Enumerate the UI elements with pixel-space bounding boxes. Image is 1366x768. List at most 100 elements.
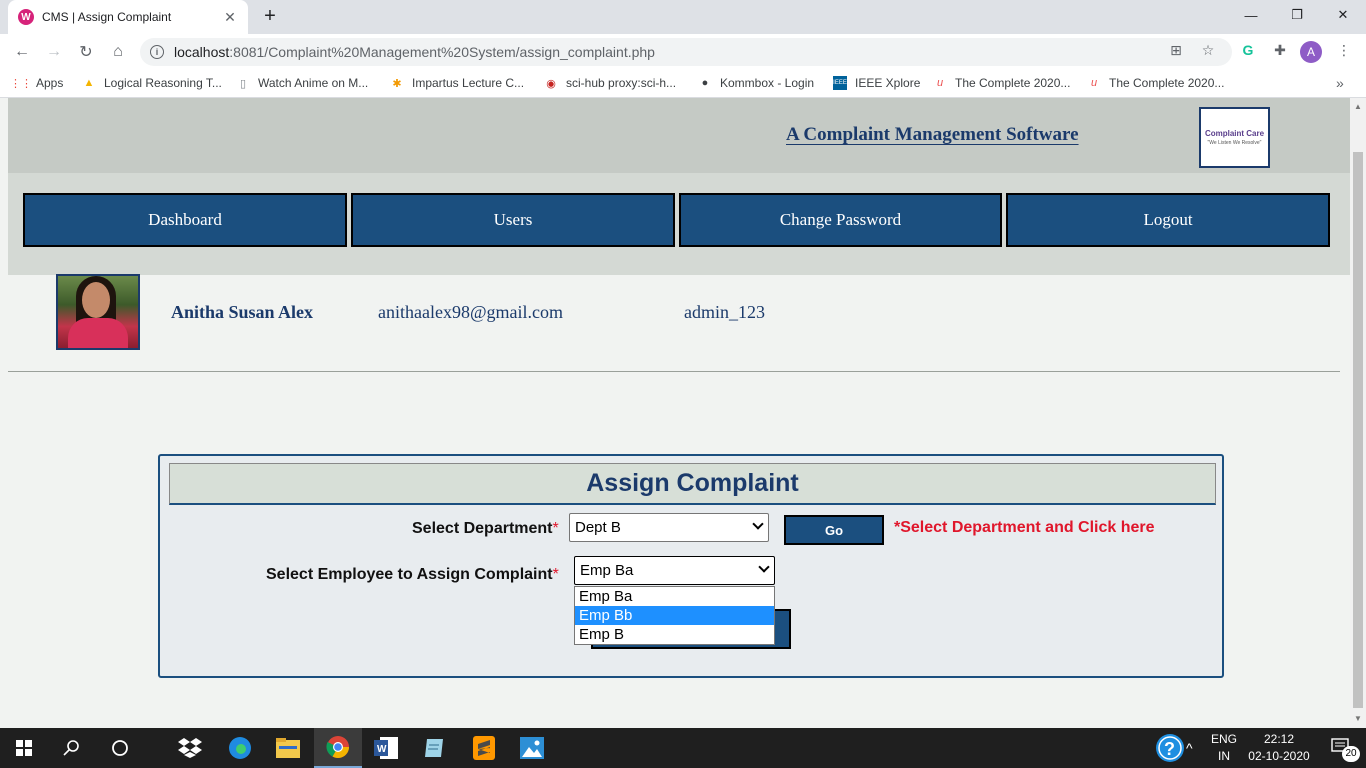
bookmark-scihub[interactable]: ◉ sci-hub proxy:sci-h...: [544, 76, 676, 90]
close-window-icon[interactable]: ✕: [1320, 0, 1366, 30]
scroll-up-icon[interactable]: ▲: [1354, 102, 1362, 111]
scihub-icon: ◉: [546, 77, 556, 90]
wamp-favicon-icon: W: [18, 9, 34, 25]
department-hint: *Select Department and Click here: [894, 519, 1155, 536]
apps-grid-icon: ⋮⋮: [10, 77, 32, 90]
impartus-icon: ✱: [392, 77, 402, 90]
chrome-icon[interactable]: [314, 728, 362, 768]
extensions-icon[interactable]: ✚: [1268, 38, 1292, 62]
word-icon[interactable]: W: [362, 728, 410, 768]
site-title: A Complaint Management Software: [786, 124, 1079, 145]
scroll-down-icon[interactable]: ▼: [1354, 714, 1362, 723]
dropbox-icon[interactable]: [166, 728, 214, 768]
windows-taskbar: W ? ^ ENG IN 22:12 02-10-2020 20: [0, 728, 1366, 768]
bookmark-label: Logical Reasoning T...: [104, 76, 222, 90]
new-tab-icon[interactable]: +: [258, 5, 282, 29]
logo-subtitle: "We Listen We Resolve": [1207, 140, 1262, 146]
browser-toolbar: ← → ↻ ⌂ i localhost:8081/Complaint%20Man…: [0, 34, 1366, 70]
profile-username: admin_123: [684, 302, 765, 322]
bookmark-star-icon[interactable]: ☆: [1196, 38, 1220, 62]
nav-users[interactable]: Users: [351, 193, 675, 247]
address-bar[interactable]: i localhost:8081/Complaint%20Management%…: [140, 38, 1232, 66]
browser-tabbar: W CMS | Assign Complaint ✕ + — ❐ ✕: [0, 0, 1366, 34]
bookmark-logical-reasoning[interactable]: ▲ Logical Reasoning T...: [82, 76, 222, 90]
nav-dashboard[interactable]: Dashboard: [23, 193, 347, 247]
nav-logout[interactable]: Logout: [1006, 193, 1330, 247]
notepad-icon[interactable]: [410, 728, 458, 768]
bookmark-ieee[interactable]: IEEE IEEE Xplore: [833, 76, 920, 90]
tab-title: CMS | Assign Complaint: [42, 10, 172, 24]
employee-option[interactable]: Emp B: [575, 625, 774, 644]
photos-icon[interactable]: [508, 728, 556, 768]
reload-icon[interactable]: ↻: [74, 40, 98, 64]
nav-change-password[interactable]: Change Password: [679, 193, 1002, 247]
bookmark-label: Impartus Lecture C...: [412, 76, 525, 90]
department-label: Select Department*: [412, 520, 559, 538]
bookmarks-overflow-icon[interactable]: »: [1336, 75, 1344, 91]
language-region[interactable]: IN: [1208, 749, 1240, 763]
chevron-down-icon: [758, 561, 770, 573]
employee-label: Select Employee to Assign Complaint*: [266, 566, 559, 584]
department-select[interactable]: Dept B: [569, 513, 769, 542]
chevron-down-icon: [752, 518, 764, 530]
department-selected-value: Dept B: [575, 519, 621, 536]
language-code[interactable]: ENG: [1208, 732, 1240, 746]
notification-icon[interactable]: 20: [1318, 728, 1366, 768]
page-scrollbar[interactable]: ▲ ▼: [1350, 98, 1366, 728]
clock-date[interactable]: 02-10-2020: [1246, 749, 1312, 763]
translate-icon[interactable]: ⊞: [1164, 38, 1188, 62]
edge-icon[interactable]: [216, 728, 264, 768]
required-mark: *: [552, 566, 559, 583]
close-tab-icon[interactable]: ✕: [222, 9, 238, 26]
cortana-icon[interactable]: [96, 728, 144, 768]
tray-chevron-up-icon[interactable]: ^: [1186, 740, 1193, 756]
site-header: A Complaint Management Software Complain…: [8, 98, 1350, 173]
forward-icon[interactable]: →: [42, 40, 66, 64]
menu-kebab-icon[interactable]: ⋮: [1332, 38, 1356, 62]
bookmark-impartus[interactable]: ✱ Impartus Lecture C...: [390, 76, 524, 90]
search-icon[interactable]: [48, 728, 96, 768]
svg-text:?: ?: [1164, 739, 1175, 759]
main-nav: Dashboard Users Change Password Logout: [8, 173, 1350, 275]
notification-count: 20: [1342, 746, 1360, 762]
assign-complaint-panel: Assign Complaint Select Department* Dept…: [158, 454, 1224, 678]
bookmark-complete-2020-a[interactable]: u The Complete 2020...: [933, 76, 1070, 90]
bookmark-kommbox[interactable]: ● Kommbox - Login: [698, 76, 814, 90]
bookmarks-bar: ⋮⋮ Apps ▲ Logical Reasoning T... ▯ Watch…: [0, 70, 1366, 98]
bookmark-apps[interactable]: ⋮⋮ Apps: [10, 76, 63, 90]
profile-email: anithaalex98@gmail.com: [378, 302, 564, 322]
site-logo: Complaint Care "We Listen We Resolve": [1199, 107, 1270, 168]
url-host: localhost: [174, 44, 230, 60]
restore-icon[interactable]: ❐: [1274, 0, 1320, 30]
windows-start-icon[interactable]: [0, 728, 48, 768]
file-explorer-icon[interactable]: [264, 728, 312, 768]
scroll-thumb[interactable]: [1353, 152, 1363, 708]
udemy-icon: u: [1090, 77, 1098, 89]
bookmark-label: The Complete 2020...: [955, 76, 1071, 90]
grammarly-icon[interactable]: G: [1236, 38, 1260, 62]
clock-time[interactable]: 22:12: [1246, 732, 1312, 746]
ieee-icon: IEEE: [833, 76, 847, 90]
required-mark: *: [552, 520, 559, 537]
info-icon[interactable]: i: [150, 45, 164, 59]
employee-option[interactable]: Emp Ba: [575, 587, 774, 606]
bookmark-complete-2020-b[interactable]: u The Complete 2020...: [1087, 76, 1224, 90]
back-icon[interactable]: ←: [10, 40, 34, 64]
drive-icon: ▲: [83, 77, 95, 89]
go-button[interactable]: Go: [784, 515, 884, 545]
profile-avatar[interactable]: A: [1300, 41, 1322, 63]
profile-photo: [56, 274, 140, 350]
employee-select[interactable]: Emp Ba: [574, 556, 775, 585]
profile-name: Anitha Susan Alex: [171, 302, 314, 322]
employee-label-text: Select Employee to Assign Complaint: [266, 566, 553, 583]
bookmark-label: sci-hub proxy:sci-h...: [566, 76, 677, 90]
bookmark-watch-anime[interactable]: ▯ Watch Anime on M...: [236, 76, 368, 90]
employee-selected-value: Emp Ba: [580, 562, 634, 579]
minimize-icon[interactable]: —: [1228, 0, 1274, 30]
home-icon[interactable]: ⌂: [106, 40, 130, 64]
employee-dropdown-list[interactable]: Emp Ba Emp Bb Emp B: [574, 586, 775, 645]
browser-tab[interactable]: W CMS | Assign Complaint ✕: [8, 0, 248, 34]
sublime-text-icon[interactable]: [460, 728, 508, 768]
bookmark-label: Watch Anime on M...: [258, 76, 369, 90]
employee-option-highlighted[interactable]: Emp Bb: [575, 606, 774, 625]
